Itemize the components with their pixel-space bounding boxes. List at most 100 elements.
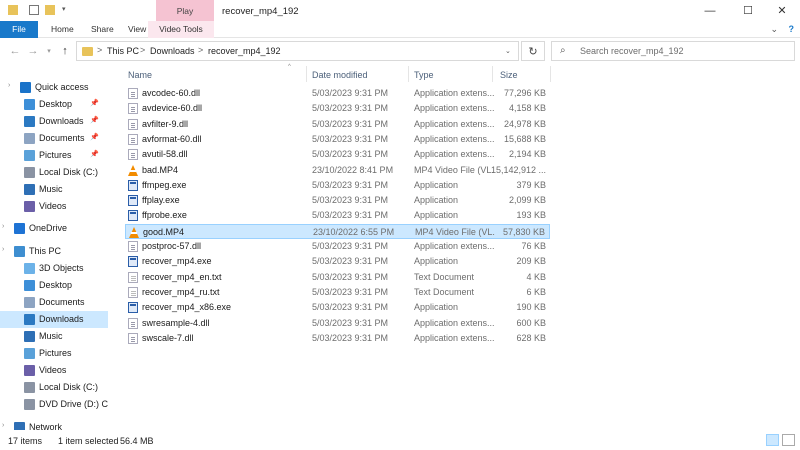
- file-row[interactable]: avformat-60.dll 5/03/2023 9:31 PM Applicat…: [125, 132, 550, 147]
- expand-chevron-icon[interactable]: ›: [8, 82, 10, 89]
- file-row[interactable]: ffprobe.exe 5/03/2023 9:31 PM Application 1…: [125, 208, 550, 223]
- tab-home[interactable]: Home: [51, 21, 74, 38]
- properties-icon[interactable]: [29, 5, 39, 15]
- file-row[interactable]: swscale-7.dll 5/03/2023 9:31 PM Applicatio…: [125, 331, 550, 346]
- nav-item-videos[interactable]: Videos: [0, 362, 108, 379]
- dvd-icon: [24, 399, 35, 410]
- nav-item-this-pc[interactable]: › This PC: [0, 243, 108, 260]
- file-row[interactable]: ffmpeg.exe 5/03/2023 9:31 PM Application 37…: [125, 178, 550, 193]
- text-file-icon: [128, 271, 138, 283]
- file-row[interactable]: recover_mp4_en.txt 5/03/2023 9:31 PM Text …: [125, 270, 550, 285]
- file-type: Application extens...: [414, 317, 494, 328]
- nav-item-music[interactable]: Music: [0, 328, 108, 345]
- up-button[interactable]: ↑: [58, 43, 72, 59]
- nav-item-documents[interactable]: Documents: [0, 294, 108, 311]
- file-type: MP4 Video File (VL...: [414, 164, 494, 175]
- expand-chevron-icon[interactable]: ›: [2, 246, 4, 253]
- ribbon-tabs: File Home Share View Video Tools ⌄ ?: [0, 21, 800, 38]
- desktop-icon: [24, 280, 35, 291]
- column-header-date[interactable]: Date modified: [312, 70, 368, 80]
- nav-item-downloads[interactable]: Downloads: [0, 311, 108, 328]
- nav-item-desktop[interactable]: Desktop 📌: [0, 96, 108, 113]
- nav-item-label: 3D Objects: [39, 263, 84, 273]
- file-row[interactable]: recover_mp4.exe 5/03/2023 9:31 PM Applicat…: [125, 254, 550, 269]
- file-row[interactable]: recover_mp4_x86.exe 5/03/2023 9:31 PM Appl…: [125, 300, 550, 315]
- documents-icon: [24, 133, 35, 144]
- nav-item-onedrive[interactable]: › OneDrive: [0, 220, 108, 237]
- file-row[interactable]: avfilter-9.dll 5/03/2023 9:31 PM Applicati…: [125, 117, 550, 132]
- breadcrumb-this-pc[interactable]: This PC: [107, 46, 139, 56]
- minimize-button[interactable]: —: [692, 0, 728, 21]
- nav-item-dvd-drive-d-c[interactable]: DVD Drive (D:) C: [0, 396, 108, 413]
- nav-item-local-disk-c[interactable]: Local Disk (C:): [0, 164, 108, 181]
- file-row[interactable]: avcodec-60.dll 5/03/2023 9:31 PM Applicati…: [125, 86, 550, 101]
- close-button[interactable]: ✕: [764, 0, 800, 21]
- column-divider[interactable]: [550, 66, 551, 82]
- large-icons-view-button[interactable]: [782, 434, 795, 446]
- expand-chevron-icon[interactable]: ›: [2, 223, 4, 230]
- address-bar[interactable]: > This PC > Downloads > recover_mp4_192 …: [76, 41, 519, 61]
- nav-item-videos[interactable]: Videos: [0, 198, 108, 215]
- column-header-name[interactable]: Name: [128, 70, 152, 80]
- refresh-button[interactable]: ↻: [521, 41, 545, 61]
- file-row[interactable]: avutil-58.dll 5/03/2023 9:31 PM Applicatio…: [125, 147, 550, 162]
- quick-access-dropdown-icon[interactable]: ▾: [62, 5, 72, 15]
- nav-item-quick-access[interactable]: › Quick access: [0, 79, 108, 96]
- column-divider[interactable]: [408, 66, 409, 82]
- tab-share[interactable]: Share: [91, 21, 114, 38]
- breadcrumb-separator[interactable]: >: [140, 45, 145, 55]
- recent-locations-button[interactable]: ▾: [42, 43, 56, 59]
- breadcrumb-separator[interactable]: >: [97, 45, 102, 55]
- file-row[interactable]: swresample-4.dll 5/03/2023 9:31 PM Applica…: [125, 316, 550, 331]
- column-header-type[interactable]: Type: [414, 70, 434, 80]
- search-box[interactable]: ⌕ Search recover_mp4_192: [551, 41, 795, 61]
- expand-chevron-icon[interactable]: ›: [2, 422, 4, 429]
- nav-item-documents[interactable]: Documents 📌: [0, 130, 108, 147]
- drive-icon: [24, 167, 35, 178]
- file-row[interactable]: avdevice-60.dll 5/03/2023 9:31 PM Applicat…: [125, 101, 550, 116]
- nav-item-downloads[interactable]: Downloads 📌: [0, 113, 108, 130]
- breadcrumb-current-folder[interactable]: recover_mp4_192: [208, 46, 281, 56]
- back-button[interactable]: ←: [8, 43, 22, 59]
- nav-item-pictures[interactable]: Pictures: [0, 345, 108, 362]
- file-size: 190 KB: [516, 302, 546, 313]
- file-row[interactable]: good.MP4 23/10/2022 6:55 PM MP4 Video File…: [125, 223, 550, 239]
- file-type: Application extens...: [414, 88, 494, 98]
- file-row[interactable]: postproc-57.dll 5/03/2023 9:31 PM Applicat…: [125, 239, 550, 254]
- details-view-button[interactable]: [766, 434, 779, 446]
- nav-item-3d-objects[interactable]: 3D Objects: [0, 260, 108, 277]
- help-icon[interactable]: ?: [789, 24, 795, 34]
- nav-item-desktop[interactable]: Desktop: [0, 277, 108, 294]
- nav-item-pictures[interactable]: Pictures 📌: [0, 147, 108, 164]
- file-size: 24,978 KB: [503, 118, 546, 129]
- vlc-video-icon: [128, 164, 138, 176]
- nav-item-music[interactable]: Music: [0, 181, 108, 198]
- navigation-pane: › Quick access Desktop 📌 Downloads 📌 Documents…: [0, 64, 108, 433]
- file-name: ffmpeg.exe: [142, 179, 187, 190]
- tab-view[interactable]: View: [128, 21, 146, 38]
- nav-item-local-disk-c[interactable]: Local Disk (C:): [0, 379, 108, 396]
- nav-item-label: OneDrive: [29, 223, 68, 233]
- tab-video-tools[interactable]: Video Tools: [148, 21, 214, 38]
- breadcrumb-separator[interactable]: >: [198, 45, 203, 55]
- column-divider[interactable]: [306, 66, 307, 82]
- computer-icon: [14, 246, 25, 257]
- expand-ribbon-icon[interactable]: ⌄: [770, 24, 778, 34]
- file-name: avfilter-9.dll: [142, 118, 189, 129]
- tab-file[interactable]: File: [0, 21, 38, 38]
- maximize-button[interactable]: ☐: [730, 0, 766, 21]
- file-name: recover_mp4_en.txt: [142, 271, 222, 282]
- file-name: avcodec-60.dll: [142, 88, 201, 98]
- forward-button[interactable]: →: [26, 43, 40, 59]
- search-icon: ⌕: [560, 45, 566, 56]
- contextual-tab-play[interactable]: Play: [156, 0, 214, 21]
- new-folder-icon[interactable]: [45, 5, 55, 15]
- address-dropdown-icon[interactable]: ⌄: [505, 47, 511, 55]
- column-header-size[interactable]: Size: [500, 70, 518, 80]
- file-row[interactable]: ffplay.exe 5/03/2023 9:31 PM Application 2,…: [125, 193, 550, 208]
- file-row[interactable]: recover_mp4_ru.txt 5/03/2023 9:31 PM Text …: [125, 285, 550, 300]
- file-row[interactable]: bad.MP4 23/10/2022 8:41 PM MP4 Video File …: [125, 163, 550, 178]
- nav-item-label: Documents: [39, 297, 85, 307]
- breadcrumb-downloads[interactable]: Downloads: [150, 46, 195, 56]
- column-divider[interactable]: [492, 66, 493, 82]
